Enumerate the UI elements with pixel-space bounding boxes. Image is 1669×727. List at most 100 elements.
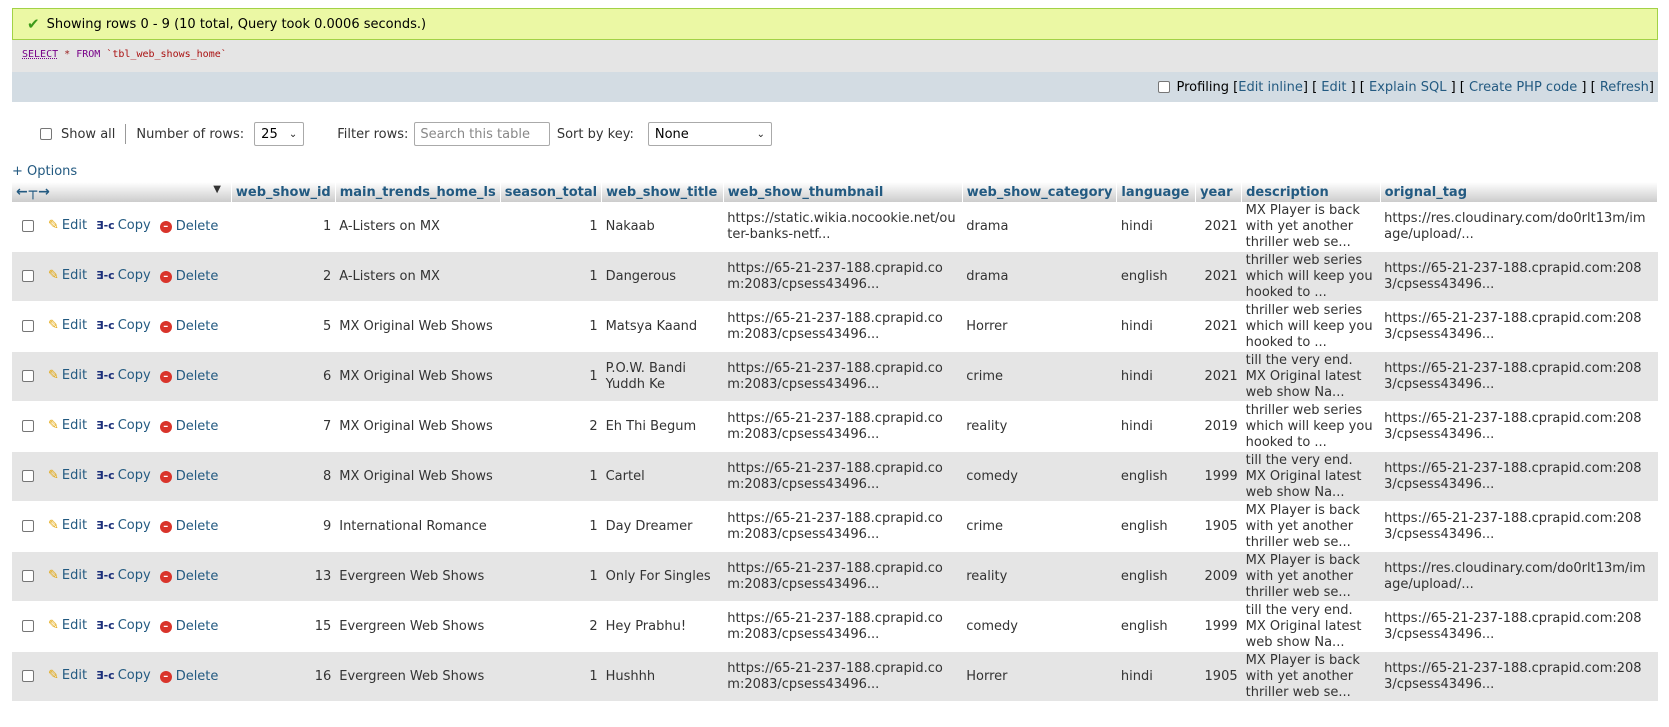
cell-orignal-tag[interactable]: https://res.cloudinary.com/do0rlt13m/ima…: [1380, 551, 1658, 602]
row-select-checkbox[interactable]: [22, 619, 34, 632]
refresh-link[interactable]: Refresh: [1600, 80, 1649, 95]
cell-web-show-id[interactable]: 8: [231, 451, 336, 502]
cell-main-trends-home-ls[interactable]: A-Listers on MX: [335, 251, 501, 302]
row-edit-button[interactable]: ✎ Edit: [48, 618, 87, 634]
cell-web-show-thumbnail[interactable]: https://65-21-237-188.cprapid.com:2083/c…: [723, 401, 963, 452]
row-edit-button[interactable]: ✎ Edit: [48, 218, 87, 234]
row-select-checkbox[interactable]: [22, 419, 34, 432]
cell-year[interactable]: 2009: [1195, 551, 1242, 602]
cell-web-show-category[interactable]: Horrer: [962, 301, 1117, 352]
edit-query-link[interactable]: Edit: [1321, 80, 1346, 95]
show-all-checkbox[interactable]: [40, 128, 52, 140]
cell-web-show-id[interactable]: 13: [231, 551, 336, 602]
cell-web-show-title[interactable]: Dangerous: [601, 251, 724, 302]
cell-web-show-thumbnail[interactable]: https://65-21-237-188.cprapid.com:2083/c…: [723, 651, 963, 702]
column-header-orignal-tag[interactable]: orignal_tag: [1380, 182, 1659, 202]
cell-season-total[interactable]: 1: [500, 451, 602, 502]
cell-web-show-title[interactable]: Nakaab: [601, 202, 724, 252]
cell-main-trends-home-ls[interactable]: MX Original Web Shows: [335, 451, 501, 502]
create-php-link[interactable]: Create PHP code: [1469, 80, 1577, 95]
row-select-checkbox[interactable]: [22, 219, 34, 232]
row-select-checkbox[interactable]: [22, 369, 34, 382]
row-delete-button[interactable]: – Delete: [159, 269, 218, 285]
cell-orignal-tag[interactable]: https://65-21-237-188.cprapid.com:2083/c…: [1380, 301, 1658, 352]
cell-language[interactable]: english: [1116, 501, 1196, 552]
cell-main-trends-home-ls[interactable]: MX Original Web Shows: [335, 301, 501, 352]
row-copy-button[interactable]: Ǝ-c Copy: [96, 218, 151, 234]
row-select-checkbox[interactable]: [22, 469, 34, 482]
filter-rows-input[interactable]: Search this table: [414, 122, 550, 146]
cell-main-trends-home-ls[interactable]: International Romance: [335, 501, 501, 552]
cell-web-show-category[interactable]: crime: [962, 501, 1117, 552]
cell-orignal-tag[interactable]: https://res.cloudinary.com/do0rlt13m/ima…: [1380, 202, 1658, 252]
cell-web-show-category[interactable]: drama: [962, 202, 1117, 252]
row-edit-button[interactable]: ✎ Edit: [48, 368, 87, 384]
cell-year[interactable]: 1905: [1195, 651, 1242, 702]
cell-season-total[interactable]: 1: [500, 501, 602, 552]
cell-orignal-tag[interactable]: https://65-21-237-188.cprapid.com:2083/c…: [1380, 451, 1658, 502]
column-resize-arrows-icon[interactable]: ←┬→: [16, 184, 51, 200]
row-copy-button[interactable]: Ǝ-c Copy: [96, 418, 151, 434]
cell-web-show-category[interactable]: reality: [962, 401, 1117, 452]
cell-web-show-thumbnail[interactable]: https://65-21-237-188.cprapid.com:2083/c…: [723, 501, 963, 552]
cell-language[interactable]: english: [1116, 551, 1196, 602]
cell-year[interactable]: 2021: [1195, 301, 1242, 352]
row-select-checkbox[interactable]: [22, 569, 34, 582]
row-delete-button[interactable]: – Delete: [159, 419, 218, 435]
cell-year[interactable]: 1999: [1195, 451, 1242, 502]
cell-language[interactable]: hindi: [1116, 202, 1196, 252]
cell-season-total[interactable]: 2: [500, 401, 602, 452]
row-copy-button[interactable]: Ǝ-c Copy: [96, 268, 151, 284]
cell-description[interactable]: thriller web series which will keep you …: [1241, 301, 1381, 352]
cell-main-trends-home-ls[interactable]: A-Listers on MX: [335, 202, 501, 252]
row-select-checkbox[interactable]: [22, 269, 34, 282]
cell-web-show-id[interactable]: 7: [231, 401, 336, 452]
cell-web-show-id[interactable]: 1: [231, 202, 336, 252]
cell-year[interactable]: 2021: [1195, 351, 1242, 402]
cell-web-show-id[interactable]: 6: [231, 351, 336, 402]
cell-web-show-title[interactable]: Eh Thi Begum: [601, 401, 724, 452]
cell-year[interactable]: 2021: [1195, 202, 1242, 252]
cell-orignal-tag[interactable]: https://65-21-237-188.cprapid.com:2083/c…: [1380, 501, 1658, 552]
cell-web-show-id[interactable]: 2: [231, 251, 336, 302]
cell-web-show-title[interactable]: Cartel: [601, 451, 724, 502]
row-copy-button[interactable]: Ǝ-c Copy: [96, 518, 151, 534]
cell-year[interactable]: 1999: [1195, 601, 1242, 652]
cell-web-show-thumbnail[interactable]: https://65-21-237-188.cprapid.com:2083/c…: [723, 451, 963, 502]
cell-description[interactable]: MX Player is back with yet another thril…: [1241, 651, 1381, 702]
column-header-web-show-thumbnail[interactable]: web_show_thumbnail: [723, 182, 963, 202]
cell-description[interactable]: MX Player is back with yet another thril…: [1241, 551, 1381, 602]
row-copy-button[interactable]: Ǝ-c Copy: [96, 468, 151, 484]
cell-language[interactable]: english: [1116, 251, 1196, 302]
cell-season-total[interactable]: 2: [500, 601, 602, 652]
row-copy-button[interactable]: Ǝ-c Copy: [96, 318, 151, 334]
cell-web-show-id[interactable]: 15: [231, 601, 336, 652]
column-header-main-trends-home-ls[interactable]: main_trends_home_ls: [335, 182, 501, 202]
cell-description[interactable]: MX Player is back with yet another thril…: [1241, 501, 1381, 552]
profiling-checkbox[interactable]: [1158, 81, 1171, 93]
row-delete-button[interactable]: – Delete: [159, 219, 218, 235]
cell-web-show-thumbnail[interactable]: https://static.wikia.nocookie.net/outer-…: [723, 202, 963, 252]
cell-season-total[interactable]: 1: [500, 301, 602, 352]
row-select-checkbox[interactable]: [22, 319, 34, 332]
cell-description[interactable]: thriller web series which will keep you …: [1241, 251, 1381, 302]
explain-sql-link[interactable]: Explain SQL: [1369, 80, 1446, 95]
column-header-web-show-id[interactable]: web_show_id: [231, 182, 336, 202]
cell-year[interactable]: 1905: [1195, 501, 1242, 552]
cell-language[interactable]: hindi: [1116, 651, 1196, 702]
sort-down-icon[interactable]: ▼: [213, 184, 221, 195]
cell-season-total[interactable]: 1: [500, 551, 602, 602]
rows-select[interactable]: 25 ⌄: [254, 122, 305, 146]
cell-description[interactable]: MX Player is back with yet another thril…: [1241, 202, 1381, 252]
cell-orignal-tag[interactable]: https://65-21-237-188.cprapid.com:2083/c…: [1380, 401, 1658, 452]
column-header-web-show-category[interactable]: web_show_category: [962, 182, 1118, 202]
cell-main-trends-home-ls[interactable]: MX Original Web Shows: [335, 401, 501, 452]
cell-description[interactable]: thriller web series which will keep you …: [1241, 401, 1381, 452]
cell-web-show-thumbnail[interactable]: https://65-21-237-188.cprapid.com:2083/c…: [723, 251, 963, 302]
cell-season-total[interactable]: 1: [500, 351, 602, 402]
cell-web-show-thumbnail[interactable]: https://65-21-237-188.cprapid.com:2083/c…: [723, 601, 963, 652]
cell-year[interactable]: 2019: [1195, 401, 1242, 452]
column-header-season-total[interactable]: season_total: [500, 182, 603, 202]
cell-web-show-category[interactable]: comedy: [962, 601, 1117, 652]
options-toggle-link[interactable]: + Options: [12, 164, 77, 179]
